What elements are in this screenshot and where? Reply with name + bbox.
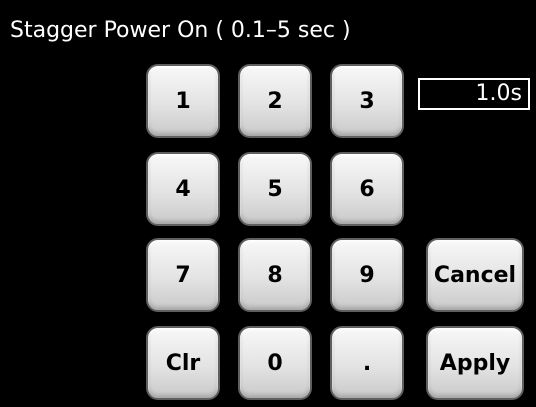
key-8-button[interactable]: 8 (238, 238, 312, 312)
key-6-button[interactable]: 6 (330, 152, 404, 226)
page-title: Stagger Power On ( 0.1–5 sec ) (10, 18, 351, 43)
value-display: 1.0s (418, 78, 530, 110)
clear-button[interactable]: Clr (146, 326, 220, 400)
key-4-button[interactable]: 4 (146, 152, 220, 226)
key-5-button[interactable]: 5 (238, 152, 312, 226)
cancel-button[interactable]: Cancel (426, 238, 524, 312)
apply-button[interactable]: Apply (426, 326, 524, 400)
key-3-button[interactable]: 3 (330, 64, 404, 138)
key-1-button[interactable]: 1 (146, 64, 220, 138)
decimal-point-button[interactable]: . (330, 326, 404, 400)
key-2-button[interactable]: 2 (238, 64, 312, 138)
key-9-button[interactable]: 9 (330, 238, 404, 312)
key-0-button[interactable]: 0 (238, 326, 312, 400)
key-7-button[interactable]: 7 (146, 238, 220, 312)
